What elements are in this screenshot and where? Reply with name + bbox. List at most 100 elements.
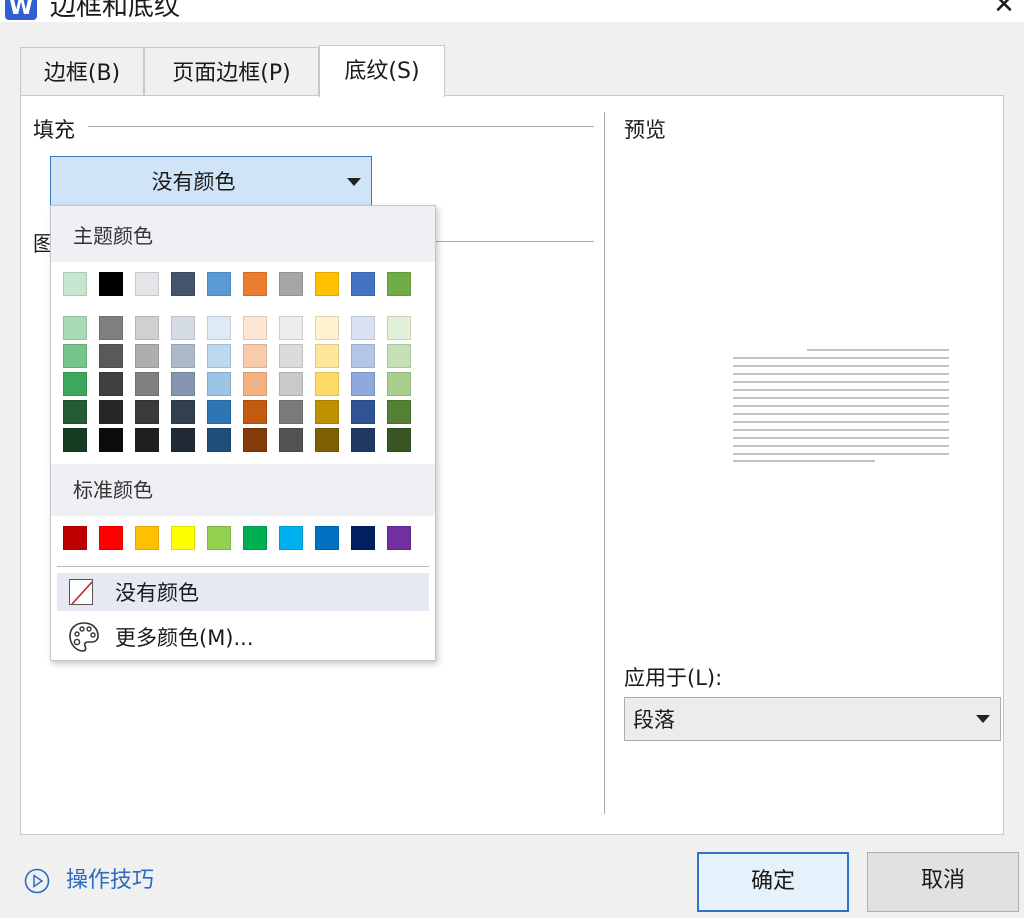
theme-shade-swatch[interactable]: [279, 372, 303, 396]
theme-color-swatch[interactable]: [99, 272, 123, 296]
window-title: 边框和底纹: [50, 0, 181, 22]
theme-shade-swatch[interactable]: [387, 316, 411, 340]
cancel-button[interactable]: 取消: [867, 852, 1019, 912]
theme-shade-swatch[interactable]: [351, 344, 375, 368]
standard-colors-label: 标准颜色: [73, 478, 153, 502]
theme-shade-swatch[interactable]: [243, 316, 267, 340]
theme-shade-swatch[interactable]: [63, 400, 87, 424]
preview-line: [733, 397, 949, 399]
fill-color-dropdown[interactable]: 没有颜色: [50, 156, 372, 206]
theme-color-swatch[interactable]: [135, 272, 159, 296]
tab-shading[interactable]: 底纹(S): [319, 45, 445, 97]
theme-shade-swatch[interactable]: [171, 316, 195, 340]
tab-borders[interactable]: 边框(B): [20, 47, 144, 95]
theme-shade-swatch[interactable]: [243, 400, 267, 424]
theme-shade-swatch[interactable]: [387, 400, 411, 424]
theme-shade-swatch[interactable]: [387, 344, 411, 368]
theme-shade-swatch[interactable]: [171, 400, 195, 424]
theme-color-swatch[interactable]: [387, 272, 411, 296]
theme-shade-swatch[interactable]: [243, 372, 267, 396]
theme-color-swatch[interactable]: [207, 272, 231, 296]
theme-shade-swatch[interactable]: [351, 316, 375, 340]
theme-shade-swatch[interactable]: [171, 344, 195, 368]
no-color-option[interactable]: 没有颜色: [57, 573, 429, 611]
ok-button[interactable]: 确定: [697, 852, 849, 912]
theme-shade-swatch[interactable]: [135, 428, 159, 452]
theme-color-swatch[interactable]: [63, 272, 87, 296]
preview-line: [733, 365, 949, 367]
theme-shade-swatch[interactable]: [99, 428, 123, 452]
palette-icon: [69, 622, 99, 652]
more-colors-option[interactable]: 更多颜色(M)...: [57, 618, 429, 656]
theme-shade-swatch[interactable]: [63, 344, 87, 368]
theme-shade-swatch[interactable]: [171, 372, 195, 396]
theme-shade-swatch[interactable]: [207, 316, 231, 340]
standard-color-swatch[interactable]: [387, 526, 411, 550]
theme-shade-swatch[interactable]: [135, 400, 159, 424]
preview-label: 预览: [624, 114, 666, 144]
theme-shade-swatch[interactable]: [135, 372, 159, 396]
theme-shade-swatch[interactable]: [279, 428, 303, 452]
theme-shade-swatch[interactable]: [315, 428, 339, 452]
theme-shade-swatch[interactable]: [279, 316, 303, 340]
preview-line: [733, 429, 949, 431]
standard-color-swatch[interactable]: [279, 526, 303, 550]
standard-color-swatch[interactable]: [243, 526, 267, 550]
preview-line: [807, 349, 949, 351]
theme-shade-swatch[interactable]: [135, 316, 159, 340]
tab-page-border[interactable]: 页面边框(P): [144, 47, 319, 95]
apply-to-value: 段落: [633, 708, 675, 732]
theme-shade-swatch[interactable]: [315, 344, 339, 368]
standard-color-swatch[interactable]: [99, 526, 123, 550]
theme-shade-swatch[interactable]: [351, 400, 375, 424]
theme-shade-swatch[interactable]: [207, 372, 231, 396]
apply-to-select[interactable]: 段落: [624, 697, 1001, 741]
panel-divider: [604, 112, 605, 814]
theme-shade-swatch[interactable]: [99, 316, 123, 340]
theme-shade-swatch[interactable]: [387, 428, 411, 452]
preview-line: [733, 421, 949, 423]
theme-shade-swatch[interactable]: [279, 344, 303, 368]
standard-color-swatch[interactable]: [351, 526, 375, 550]
standard-color-swatch[interactable]: [135, 526, 159, 550]
theme-shade-swatch[interactable]: [315, 372, 339, 396]
theme-shade-swatch[interactable]: [63, 372, 87, 396]
preview-line: [733, 389, 949, 391]
standard-color-swatch[interactable]: [207, 526, 231, 550]
color-picker-popup: 主题颜色 标准颜色 没有颜色 更多颜色(M)...: [50, 205, 436, 661]
preview-line: [733, 405, 949, 407]
theme-shade-swatch[interactable]: [315, 316, 339, 340]
more-colors-label: 更多颜色(M)...: [115, 626, 254, 650]
standard-color-swatch[interactable]: [171, 526, 195, 550]
theme-color-swatch[interactable]: [279, 272, 303, 296]
chevron-down-icon: [976, 715, 990, 723]
theme-shade-swatch[interactable]: [279, 400, 303, 424]
standard-color-swatch[interactable]: [315, 526, 339, 550]
theme-shade-swatch[interactable]: [207, 428, 231, 452]
theme-shade-swatch[interactable]: [99, 372, 123, 396]
theme-color-swatch[interactable]: [315, 272, 339, 296]
theme-shade-swatch[interactable]: [387, 372, 411, 396]
theme-shade-swatch[interactable]: [243, 344, 267, 368]
theme-shade-swatch[interactable]: [243, 428, 267, 452]
theme-color-swatch[interactable]: [243, 272, 267, 296]
popup-divider: [57, 566, 429, 567]
play-circle-icon: [24, 868, 50, 894]
close-icon[interactable]: ✕: [990, 0, 1018, 20]
theme-shade-swatch[interactable]: [63, 428, 87, 452]
theme-shade-swatch[interactable]: [351, 372, 375, 396]
theme-shade-swatch[interactable]: [99, 400, 123, 424]
theme-shade-swatch[interactable]: [315, 400, 339, 424]
theme-shade-swatch[interactable]: [207, 400, 231, 424]
theme-color-swatch[interactable]: [171, 272, 195, 296]
preview-line: [733, 373, 949, 375]
theme-shade-swatch[interactable]: [135, 344, 159, 368]
standard-color-swatch[interactable]: [63, 526, 87, 550]
theme-shade-swatch[interactable]: [99, 344, 123, 368]
theme-colors-label: 主题颜色: [73, 224, 153, 248]
theme-shade-swatch[interactable]: [207, 344, 231, 368]
theme-color-swatch[interactable]: [351, 272, 375, 296]
theme-shade-swatch[interactable]: [351, 428, 375, 452]
theme-shade-swatch[interactable]: [63, 316, 87, 340]
theme-shade-swatch[interactable]: [171, 428, 195, 452]
